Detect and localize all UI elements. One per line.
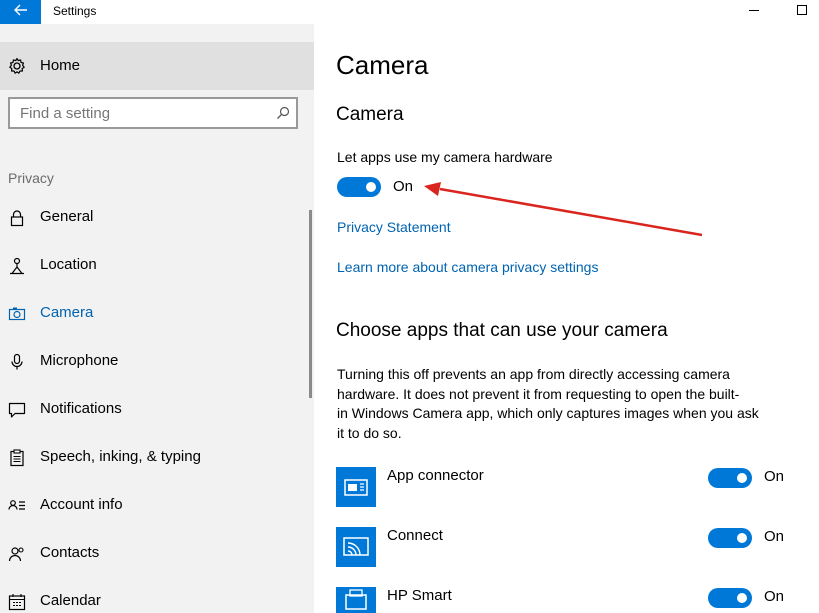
location-icon — [8, 257, 26, 275]
sidebar-item-label: Home — [40, 57, 81, 74]
sidebar-item-label: Calendar — [40, 592, 101, 609]
sidebar-item-label: Microphone — [40, 352, 119, 369]
app-row-app-connector: App connector On — [336, 467, 796, 507]
apps-description: Turning this off prevents an app from di… — [337, 365, 807, 443]
settings-window: Settings Home Privacy — [0, 0, 819, 613]
app-toggle-state: On — [764, 468, 785, 485]
sidebar-item-notifications[interactable]: Notifications — [0, 386, 314, 434]
app-toggle-state: On — [764, 588, 785, 605]
sidebar-nav: General Location Camera Microphone Notif… — [0, 194, 314, 613]
back-arrow-icon — [13, 3, 28, 21]
app-name: App connector — [387, 467, 484, 484]
toggle-knob — [737, 473, 747, 483]
apps-description-line: in Windows Camera app, which only captur… — [337, 405, 759, 421]
sidebar-item-calendar[interactable]: Calendar — [0, 578, 314, 613]
app-connector-toggle[interactable] — [708, 468, 752, 488]
search-input[interactable] — [10, 99, 270, 127]
apps-description-line: hardware. It does not prevent it from re… — [337, 385, 740, 402]
account-info-icon — [8, 497, 26, 515]
sidebar-item-label: Account info — [40, 496, 123, 513]
page-title: Camera — [336, 50, 429, 80]
toggle-knob — [366, 182, 376, 192]
sidebar-scrollbar[interactable] — [309, 210, 312, 398]
sidebar-item-location[interactable]: Location — [0, 242, 314, 290]
sidebar-item-home[interactable]: Home — [0, 42, 314, 90]
microphone-icon — [8, 353, 26, 371]
minimize-button[interactable] — [749, 10, 759, 11]
search-icon[interactable] — [276, 106, 290, 120]
notifications-icon — [8, 401, 26, 419]
sidebar-item-label: General — [40, 208, 94, 225]
sidebar-item-label: Camera — [40, 304, 94, 321]
sidebar-item-label: Notifications — [40, 400, 122, 417]
sidebar-item-label: Location — [40, 256, 97, 273]
app-name: Connect — [387, 527, 443, 544]
privacy-statement-link[interactable]: Privacy Statement — [337, 219, 451, 235]
gear-icon — [8, 57, 26, 75]
hp-smart-app-icon — [336, 587, 376, 613]
apps-description-line: it to do so. — [337, 424, 402, 441]
lock-icon — [8, 209, 26, 227]
camera-icon — [8, 305, 26, 323]
app-name: HP Smart — [387, 587, 452, 604]
title-bar: Settings — [0, 0, 819, 24]
app-title: Settings — [53, 4, 97, 18]
connect-toggle[interactable] — [708, 528, 752, 548]
apps-description-line: Turning this off prevents an app from di… — [337, 366, 730, 382]
app-connector-icon — [336, 467, 376, 507]
section-title-apps: Choose apps that can use your camera — [336, 320, 668, 341]
toggle-knob — [737, 593, 747, 603]
toggle-knob — [737, 533, 747, 543]
camera-access-state: On — [393, 178, 414, 195]
hp-smart-toggle[interactable] — [708, 588, 752, 608]
sidebar-item-camera[interactable]: Camera — [0, 290, 314, 338]
app-row-hp-smart: HP Smart On — [336, 587, 796, 613]
sidebar-item-microphone[interactable]: Microphone — [0, 338, 314, 386]
sidebar-section-header: Privacy — [8, 170, 54, 186]
maximize-button[interactable] — [797, 5, 807, 15]
contacts-icon — [8, 545, 26, 563]
speech-icon — [8, 449, 26, 467]
sidebar-item-account-info[interactable]: Account info — [0, 482, 314, 530]
section-title-camera: Camera — [336, 104, 404, 125]
sidebar: Home Privacy General — [0, 24, 314, 613]
search-box[interactable] — [8, 97, 298, 129]
learn-more-link[interactable]: Learn more about camera privacy settings — [337, 259, 598, 275]
app-row-connect: Connect On — [336, 527, 796, 567]
back-button[interactable] — [0, 0, 41, 24]
main-content: Camera Camera Let apps use my camera har… — [314, 24, 819, 613]
sidebar-item-general[interactable]: General — [0, 194, 314, 242]
sidebar-item-speech[interactable]: Speech, inking, & typing — [0, 434, 314, 482]
sidebar-item-label: Contacts — [40, 544, 100, 561]
app-toggle-state: On — [764, 528, 785, 545]
camera-access-label: Let apps use my camera hardware — [337, 149, 553, 165]
connect-app-icon — [336, 527, 376, 567]
sidebar-item-contacts[interactable]: Contacts — [0, 530, 314, 578]
calendar-icon — [8, 593, 26, 611]
sidebar-item-label: Speech, inking, & typing — [40, 448, 201, 465]
camera-access-toggle[interactable] — [337, 177, 381, 197]
